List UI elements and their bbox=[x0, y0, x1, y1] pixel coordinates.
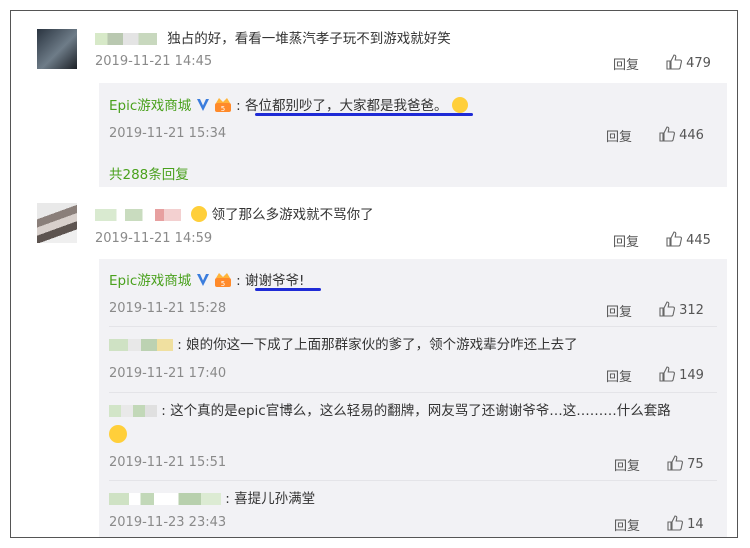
divider bbox=[109, 480, 717, 481]
like-count: 446 bbox=[679, 128, 704, 143]
emoji-icon bbox=[191, 206, 208, 222]
thumbs-up-icon bbox=[659, 301, 675, 317]
reply-row: : 喜提儿孙满堂 bbox=[109, 487, 315, 507]
like-count: 149 bbox=[679, 368, 704, 383]
svg-text:5: 5 bbox=[221, 280, 225, 288]
verified-v-icon bbox=[196, 99, 209, 111]
reply-time: 2019-11-21 15:28 bbox=[109, 301, 227, 316]
thumbs-up-icon bbox=[667, 515, 683, 531]
reply-row: Epic游戏商城 5 : 谢谢爷爷! bbox=[109, 273, 305, 289]
reply-button[interactable]: 回复 bbox=[614, 515, 640, 534]
reply-text: 各位都别吵了，大家都是我爸爸。 bbox=[245, 98, 448, 114]
avatar[interactable] bbox=[37, 203, 77, 243]
verified-v-icon bbox=[196, 274, 209, 286]
like-count: 14 bbox=[687, 517, 704, 532]
like-button[interactable]: 446 bbox=[659, 126, 704, 143]
thumbs-up-icon bbox=[659, 366, 675, 382]
reply-row: : 娘的你这一下成了上面那群家伙的爹了，领个游戏辈分咋还上去了 bbox=[109, 333, 578, 353]
like-button[interactable]: 149 bbox=[659, 366, 704, 383]
reply-text: 这个真的是epic官博么，这么轻易的翻牌，网友骂了还谢谢爷爷…这………什么套路 bbox=[170, 403, 671, 419]
reply-button[interactable]: 回复 bbox=[613, 54, 639, 73]
like-button[interactable]: 14 bbox=[667, 515, 704, 532]
comment-row: 独占的好，看看一堆蒸汽孝子玩不到游戏就好笑 bbox=[95, 27, 451, 47]
username-pixelated[interactable] bbox=[109, 405, 157, 417]
username-pixelated[interactable] bbox=[95, 209, 181, 221]
comment-row: 领了那么多游戏就不骂你了 bbox=[95, 203, 374, 223]
avatar[interactable] bbox=[37, 29, 77, 69]
reply-box: Epic游戏商城 5 : 各位都别吵了，大家都是我爸爸。 2019-11-21 … bbox=[99, 83, 727, 187]
reply-username[interactable]: Epic游戏商城 bbox=[109, 273, 191, 289]
like-button[interactable]: 312 bbox=[659, 301, 704, 318]
emoji-icon bbox=[451, 97, 468, 113]
comment-time: 2019-11-21 14:45 bbox=[95, 54, 213, 69]
reply-button[interactable]: 回复 bbox=[613, 231, 639, 250]
divider bbox=[109, 326, 717, 327]
reply-button[interactable]: 回复 bbox=[606, 301, 632, 320]
reply-row: Epic游戏商城 5 : 各位都别吵了，大家都是我爸爸。 bbox=[109, 94, 468, 114]
username-pixelated[interactable] bbox=[95, 33, 157, 45]
highlight-underline bbox=[255, 288, 321, 291]
reply-button[interactable]: 回复 bbox=[606, 126, 632, 145]
like-count: 445 bbox=[686, 233, 711, 248]
emoji-icon bbox=[109, 425, 127, 443]
thumbs-up-icon bbox=[659, 126, 675, 142]
thumbs-up-icon bbox=[666, 54, 682, 70]
reply-username[interactable]: Epic游戏商城 bbox=[109, 98, 191, 114]
crown-badge-icon: 5 bbox=[214, 98, 231, 113]
like-count: 312 bbox=[679, 303, 704, 318]
username-pixelated[interactable] bbox=[109, 493, 221, 505]
highlight-underline bbox=[255, 113, 473, 116]
thumbs-up-icon bbox=[667, 455, 683, 471]
divider bbox=[109, 392, 717, 393]
like-button[interactable]: 75 bbox=[667, 455, 704, 472]
like-button[interactable]: 445 bbox=[666, 231, 711, 248]
reply-button[interactable]: 回复 bbox=[606, 366, 632, 385]
comment-text: 领了那么多游戏就不骂你了 bbox=[211, 207, 374, 223]
reply-time: 2019-11-21 17:40 bbox=[109, 366, 227, 381]
crown-badge-icon: 5 bbox=[214, 273, 231, 288]
reply-time: 2019-11-23 23:43 bbox=[109, 515, 227, 530]
reply-time: 2019-11-21 15:34 bbox=[109, 126, 227, 141]
reply-box: Epic游戏商城 5 : 谢谢爷爷! 2019-11-21 15:28 回复 3… bbox=[99, 259, 727, 537]
reply-button[interactable]: 回复 bbox=[614, 455, 640, 474]
like-count: 479 bbox=[686, 56, 711, 71]
comment-section: 独占的好，看看一堆蒸汽孝子玩不到游戏就好笑 2019-11-21 14:45 回… bbox=[10, 10, 738, 538]
like-count: 75 bbox=[687, 457, 704, 472]
reply-time: 2019-11-21 15:51 bbox=[109, 455, 227, 470]
svg-text:5: 5 bbox=[221, 105, 225, 113]
username-pixelated[interactable] bbox=[109, 339, 173, 351]
reply-text: 喜提儿孙满堂 bbox=[234, 491, 316, 507]
thumbs-up-icon bbox=[666, 231, 682, 247]
view-all-replies-link[interactable]: 共288条回复 bbox=[109, 163, 189, 183]
reply-text: 娘的你这一下成了上面那群家伙的爹了，领个游戏辈分咋还上去了 bbox=[186, 337, 578, 353]
like-button[interactable]: 479 bbox=[666, 54, 711, 71]
comment-text: 独占的好，看看一堆蒸汽孝子玩不到游戏就好笑 bbox=[167, 31, 451, 47]
comment-time: 2019-11-21 14:59 bbox=[95, 231, 213, 246]
reply-row: : 这个真的是epic官博么，这么轻易的翻牌，网友骂了还谢谢爷爷…这………什么套… bbox=[109, 399, 671, 419]
reply-text: 谢谢爷爷! bbox=[245, 273, 305, 289]
